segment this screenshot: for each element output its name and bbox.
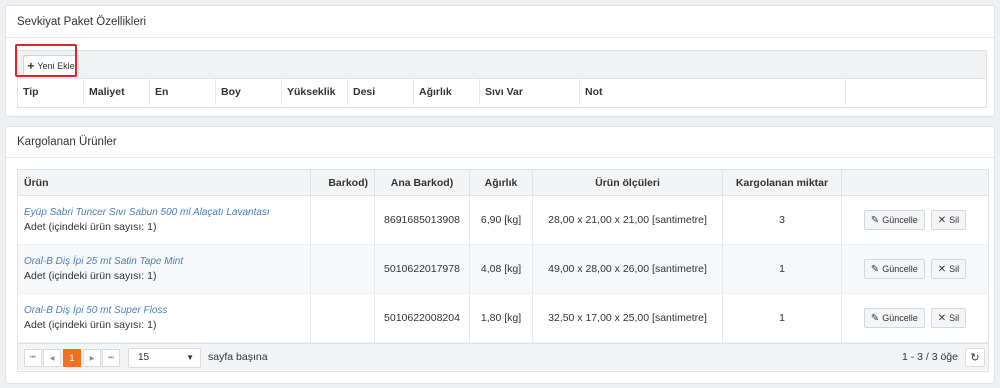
- pencil-icon: ✎: [870, 214, 880, 226]
- update-label: Güncelle: [882, 313, 918, 323]
- column-header-actions: [842, 170, 988, 195]
- page-info: 1 - 3 / 3 öğe: [901, 351, 958, 363]
- column-header[interactable]: Ağırlık: [414, 79, 480, 105]
- page-size-value: 15: [138, 352, 150, 363]
- pencil-icon: ✎: [870, 263, 880, 275]
- column-header[interactable]: Not: [580, 79, 846, 105]
- column-header-product[interactable]: Ürün: [18, 170, 311, 195]
- grid-header: Tip Maliyet En Boy Yükseklik Desi Ağırlı…: [18, 79, 986, 105]
- page-size-label: sayfa başına: [208, 351, 268, 363]
- delete-label: Sil: [949, 313, 960, 323]
- delete-button[interactable]: ✕ Sil: [930, 210, 967, 230]
- product-cell: Eyüp Sabri Tuncer Sıvı Sabun 500 ml Alaç…: [18, 196, 311, 244]
- product-cell: Oral-B Diş İpi 25 mt Satin Tape Mint Ade…: [18, 245, 311, 293]
- shipment-package-panel: Sevkiyat Paket Özellikleri + Yeni Ekle T…: [5, 5, 995, 117]
- main-barcode-cell: 5010622017978: [375, 245, 470, 293]
- weight-cell: 1,80 [kg]: [470, 294, 533, 342]
- delete-label: Sil: [949, 215, 960, 225]
- column-header[interactable]: Sıvı Var: [480, 79, 580, 105]
- column-header[interactable]: En: [150, 79, 216, 105]
- update-button[interactable]: ✎ Güncelle: [863, 308, 925, 328]
- column-header-barcode[interactable]: Barkod): [311, 170, 375, 195]
- delete-label: Sil: [949, 264, 960, 274]
- column-header-main-barcode[interactable]: Ana Barkod): [375, 170, 470, 195]
- column-header-quantity[interactable]: Kargolanan miktar: [723, 170, 842, 195]
- barcode-cell: [311, 196, 375, 244]
- grid-toolbar: + Yeni Ekle: [18, 51, 986, 79]
- dimensions-cell: 28,00 x 21,00 x 21,00 [santimetre]: [533, 196, 723, 244]
- column-header-empty: [846, 79, 977, 105]
- actions-cell: ✎ Güncelle ✕ Sil: [842, 294, 988, 342]
- main-barcode-cell: 8691685013908: [375, 196, 470, 244]
- column-header[interactable]: Tip: [18, 79, 84, 105]
- barcode-cell: [311, 245, 375, 293]
- panel-title: Sevkiyat Paket Özellikleri: [6, 6, 994, 38]
- products-grid: Ürün Barkod) Ana Barkod) Ağırlık Ürün öl…: [17, 169, 989, 372]
- column-header-dimensions[interactable]: Ürün ölçüleri: [533, 170, 723, 195]
- column-header[interactable]: Yükseklik: [282, 79, 348, 105]
- close-icon: ✕: [937, 214, 947, 226]
- product-cell: Oral-B Diş İpi 50 mt Super Floss Adet (i…: [18, 294, 311, 342]
- delete-button[interactable]: ✕ Sil: [930, 259, 967, 279]
- product-unit: Adet (içindeki ürün sayısı: 1): [24, 319, 157, 331]
- pagination-bar: ⏮ ◀ 1 ▶ ⏭ 15 ▼ sayfa başına 1 - 3 / 3 öğ…: [18, 343, 988, 370]
- table-row: Eyüp Sabri Tuncer Sıvı Sabun 500 ml Alaç…: [18, 196, 988, 245]
- first-page-button[interactable]: ⏮: [24, 349, 42, 367]
- pencil-icon: ✎: [870, 312, 880, 324]
- refresh-icon: ↻: [970, 352, 980, 364]
- delete-button[interactable]: ✕ Sil: [930, 308, 967, 328]
- shipped-products-panel: Kargolanan Ürünler Ürün Barkod) Ana Bark…: [5, 126, 995, 384]
- dimensions-cell: 32,50 x 17,00 x 25,00 [santimetre]: [533, 294, 723, 342]
- update-label: Güncelle: [882, 264, 918, 274]
- quantity-cell: 3: [723, 196, 842, 244]
- product-link[interactable]: Eyüp Sabri Tuncer Sıvı Sabun 500 ml Alaç…: [24, 207, 270, 218]
- prev-page-button[interactable]: ◀: [43, 349, 61, 367]
- update-label: Güncelle: [882, 215, 918, 225]
- column-header[interactable]: Maliyet: [84, 79, 150, 105]
- barcode-cell: [311, 294, 375, 342]
- product-unit: Adet (içindeki ürün sayısı: 1): [24, 221, 157, 233]
- product-link[interactable]: Oral-B Diş İpi 25 mt Satin Tape Mint: [24, 256, 183, 267]
- weight-cell: 4,08 [kg]: [470, 245, 533, 293]
- quantity-cell: 1: [723, 294, 842, 342]
- panel-title: Kargolanan Ürünler: [6, 127, 994, 158]
- update-button[interactable]: ✎ Güncelle: [863, 210, 925, 230]
- close-icon: ✕: [937, 312, 947, 324]
- last-page-button[interactable]: ⏭: [102, 349, 120, 367]
- product-link[interactable]: Oral-B Diş İpi 50 mt Super Floss: [24, 305, 167, 316]
- column-header-weight[interactable]: Ağırlık: [470, 170, 533, 195]
- main-barcode-cell: 5010622008204: [375, 294, 470, 342]
- update-button[interactable]: ✎ Güncelle: [863, 259, 925, 279]
- next-page-button[interactable]: ▶: [83, 349, 101, 367]
- page-size-select[interactable]: 15 ▼: [128, 348, 201, 368]
- quantity-cell: 1: [723, 245, 842, 293]
- table-row: Oral-B Diş İpi 25 mt Satin Tape Mint Ade…: [18, 245, 988, 294]
- highlight-box: [15, 44, 77, 77]
- product-unit: Adet (içindeki ürün sayısı: 1): [24, 270, 157, 282]
- column-header[interactable]: Boy: [216, 79, 282, 105]
- dimensions-cell: 49,00 x 28,00 x 26,00 [santimetre]: [533, 245, 723, 293]
- close-icon: ✕: [937, 263, 947, 275]
- package-grid: + Yeni Ekle Tip Maliyet En Boy Yükseklik…: [17, 50, 987, 108]
- refresh-button[interactable]: ↻: [965, 348, 985, 367]
- actions-cell: ✎ Güncelle ✕ Sil: [842, 245, 988, 293]
- current-page-button[interactable]: 1: [63, 349, 81, 367]
- grid-header: Ürün Barkod) Ana Barkod) Ağırlık Ürün öl…: [18, 170, 988, 196]
- table-row: Oral-B Diş İpi 50 mt Super Floss Adet (i…: [18, 294, 988, 343]
- column-header[interactable]: Desi: [348, 79, 414, 105]
- weight-cell: 6,90 [kg]: [470, 196, 533, 244]
- chevron-down-icon: ▼: [186, 353, 194, 362]
- actions-cell: ✎ Güncelle ✕ Sil: [842, 196, 988, 244]
